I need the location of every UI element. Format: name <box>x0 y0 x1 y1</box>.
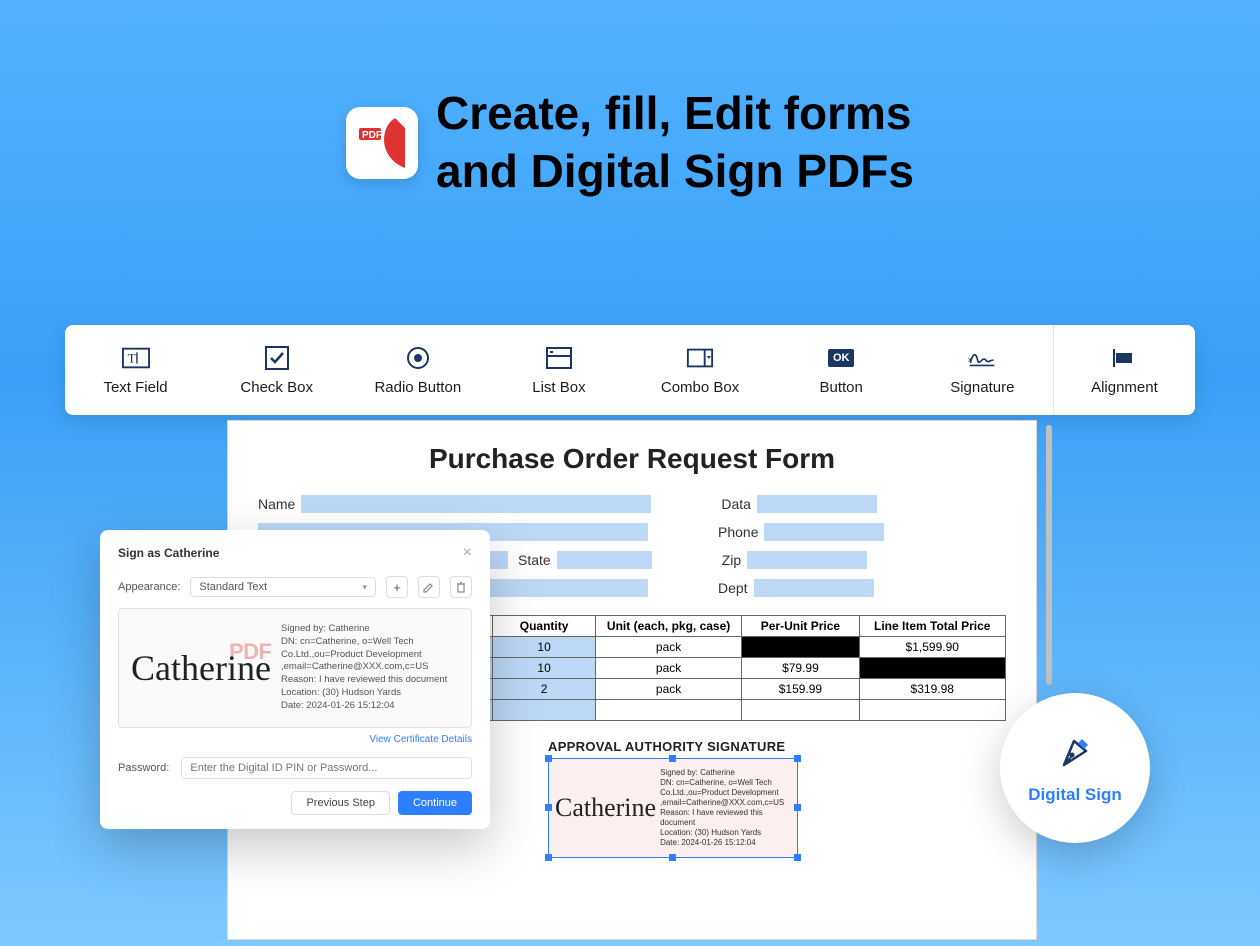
col-unit: Unit (each, pkg, case) <box>595 616 741 637</box>
svg-text:x: x <box>968 355 972 364</box>
alignment-icon <box>1110 345 1138 371</box>
list-box-icon <box>545 345 573 371</box>
appearance-select[interactable]: Standard Text ▾ <box>190 577 376 597</box>
fab-label: Digital Sign <box>1028 785 1122 805</box>
dept-field[interactable] <box>754 579 874 597</box>
tool-label: Button <box>820 379 863 396</box>
digital-sign-fab[interactable]: Digital Sign <box>1000 693 1150 843</box>
form-tools-toolbar: T Text Field Check Box Radio Button List… <box>65 325 1195 415</box>
state-field[interactable] <box>557 551 652 569</box>
sign-dialog: Sign as Catherine × Appearance: Standard… <box>100 530 490 829</box>
view-certificate-link[interactable]: View Certificate Details <box>118 734 472 745</box>
tool-label: Alignment <box>1091 379 1158 396</box>
form-label-phone: Phone <box>718 524 758 540</box>
signature-section: APPROVAL AUTHORITY SIGNATURE Catherine S… <box>548 739 1008 858</box>
tool-check-box[interactable]: Check Box <box>206 325 347 415</box>
signature-details: Signed by: Catherine DN: cn=Catherine, o… <box>660 768 791 848</box>
tool-label: Combo Box <box>661 379 739 396</box>
form-label-data: Data <box>721 496 751 512</box>
form-label-state: State <box>518 552 551 568</box>
tool-label: Radio Button <box>374 379 461 396</box>
continue-button[interactable]: Continue <box>398 791 472 815</box>
form-label-zip: Zip <box>722 552 741 568</box>
pen-nib-icon <box>1052 731 1098 777</box>
edit-appearance-button[interactable] <box>418 576 440 598</box>
signature-field[interactable]: Catherine Signed by: Catherine DN: cn=Ca… <box>548 758 798 858</box>
tool-label: List Box <box>532 379 585 396</box>
name-field[interactable] <box>301 495 651 513</box>
form-label-name: Name <box>258 496 295 512</box>
tool-label: Text Field <box>103 379 167 396</box>
delete-appearance-button[interactable] <box>450 576 472 598</box>
phone-field[interactable] <box>764 523 884 541</box>
tool-alignment[interactable]: Alignment <box>1053 325 1195 415</box>
previous-step-button[interactable]: Previous Step <box>291 791 389 815</box>
zip-field[interactable] <box>747 551 867 569</box>
dialog-title: Sign as Catherine <box>118 546 219 560</box>
signature-icon: x <box>968 345 996 371</box>
data-field[interactable] <box>757 495 877 513</box>
col-quantity: Quantity <box>493 616 596 637</box>
password-input[interactable] <box>181 757 472 779</box>
tool-button[interactable]: OK Button <box>771 325 912 415</box>
tool-signature[interactable]: x Signature <box>912 325 1053 415</box>
check-box-icon <box>263 345 291 371</box>
text-field-icon: T <box>122 345 150 371</box>
form-title: Purchase Order Request Form <box>258 443 1006 475</box>
col-total: Line Item Total Price <box>859 616 1006 637</box>
col-price: Per-Unit Price <box>742 616 859 637</box>
title-block: Create, fill, Edit forms and Digital Sig… <box>436 85 914 200</box>
title-line-2: and Digital Sign PDFs <box>436 143 914 201</box>
scrollbar[interactable] <box>1046 425 1052 685</box>
tool-label: Check Box <box>240 379 313 396</box>
tool-combo-box[interactable]: Combo Box <box>630 325 771 415</box>
title-line-1: Create, fill, Edit forms <box>436 85 914 143</box>
form-label-dept: Dept <box>718 580 748 596</box>
close-icon[interactable]: × <box>463 544 472 562</box>
signature-section-title: APPROVAL AUTHORITY SIGNATURE <box>548 739 1008 754</box>
radio-button-icon <box>404 345 432 371</box>
signature-preview: PDF Catherine Signed by: Catherine DN: c… <box>118 608 472 728</box>
tool-label: Signature <box>950 379 1014 396</box>
svg-text:T: T <box>127 350 135 365</box>
app-icon: PDF <box>346 107 418 179</box>
tool-list-box[interactable]: List Box <box>488 325 629 415</box>
preview-details: Signed by: Catherine DN: cn=Catherine, o… <box>281 623 459 713</box>
chevron-down-icon: ▾ <box>362 582 367 593</box>
combo-box-icon <box>686 345 714 371</box>
tool-radio-button[interactable]: Radio Button <box>347 325 488 415</box>
svg-text:PDF: PDF <box>362 130 382 141</box>
add-appearance-button[interactable]: + <box>386 576 408 598</box>
header: PDF Create, fill, Edit forms and Digital… <box>0 0 1260 200</box>
signature-script: Catherine <box>555 793 656 823</box>
appearance-label: Appearance: <box>118 581 180 593</box>
tool-text-field[interactable]: T Text Field <box>65 325 206 415</box>
preview-script: Catherine <box>131 647 271 689</box>
password-label: Password: <box>118 762 169 774</box>
button-icon: OK <box>827 345 855 371</box>
